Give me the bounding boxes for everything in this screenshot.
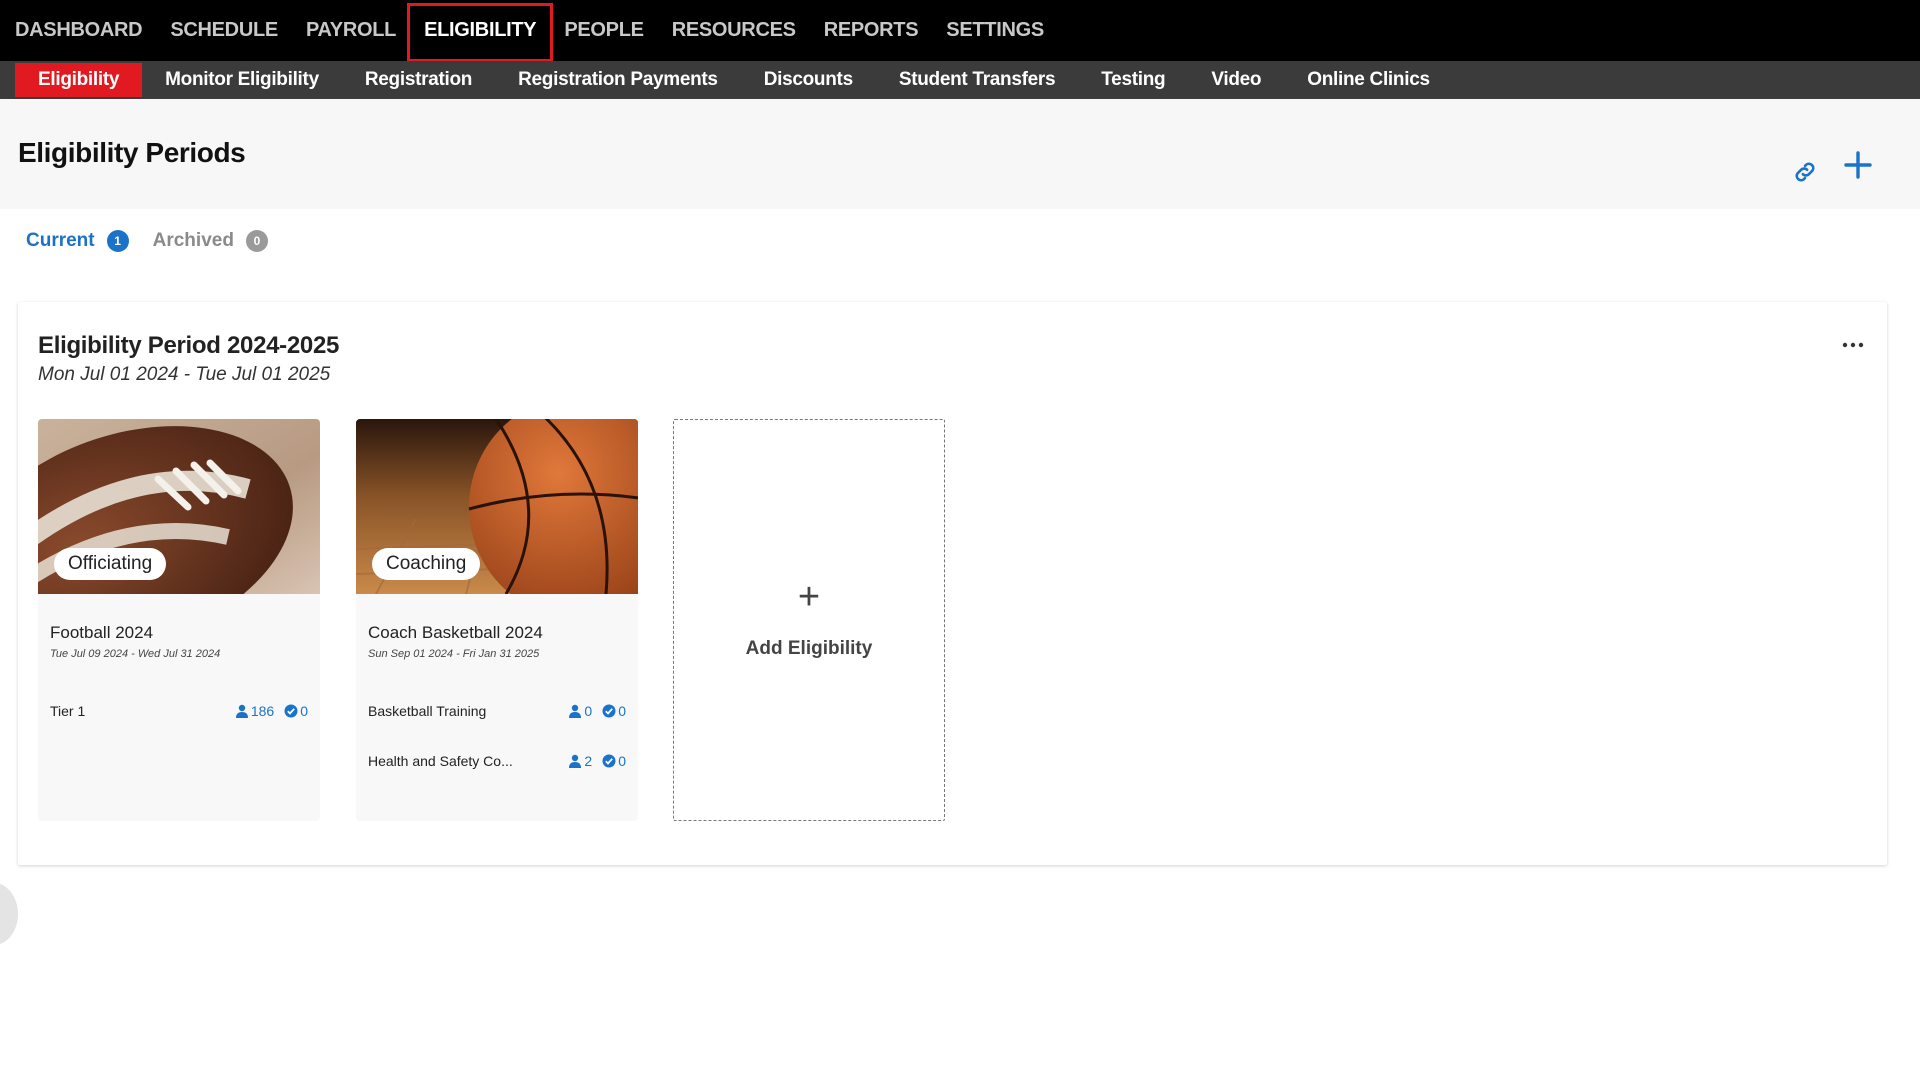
requirement-row[interactable]: Tier 1 186 0 [50,703,308,719]
people-count: 0 [568,703,592,719]
subnav-monitor-eligibility[interactable]: Monitor Eligibility [142,63,342,97]
period-tabs: Current 1 Archived 0 [26,230,292,252]
subnav-registration[interactable]: Registration [342,63,495,97]
person-icon [235,704,248,718]
side-handle[interactable] [0,883,18,945]
verified-count-value: 0 [618,703,626,719]
nav-settings[interactable]: SETTINGS [946,0,1044,61]
people-count-value: 0 [584,703,593,719]
more-options-icon[interactable] [1841,340,1865,350]
sub-navigation: Eligibility Monitor Eligibility Registra… [0,61,1920,99]
tab-archived-label: Archived [152,230,234,251]
link-icon[interactable] [1792,159,1818,185]
people-count: 2 [568,753,592,769]
card-name: Coach Basketball 2024 [368,623,543,642]
subnav-discounts[interactable]: Discounts [741,63,876,97]
add-eligibility-label: Add Eligibility [745,638,873,659]
subnav-registration-payments[interactable]: Registration Payments [495,63,741,97]
nav-payroll[interactable]: PAYROLL [306,0,396,61]
card-name: Football 2024 [50,623,154,642]
add-eligibility-button[interactable]: + Add Eligibility [673,419,945,821]
card-dates: Sun Sep 01 2024 - Fri Jan 31 2025 [368,648,540,660]
period-dates: Mon Jul 01 2024 - Tue Jul 01 2025 [38,364,331,385]
people-count: 186 [235,703,274,719]
requirement-row[interactable]: Health and Safety Co... 2 0 [368,753,626,769]
card-dates: Tue Jul 09 2024 - Wed Jul 31 2024 [50,648,221,660]
card-tag-officiating: Officiating [54,548,167,580]
top-navigation: DASHBOARD SCHEDULE PAYROLL ELIGIBILITY P… [0,0,1920,62]
verified-count: 0 [602,753,626,769]
eligibility-card-basketball[interactable]: Coaching Coach Basketball 2024 Sun Sep 0… [356,419,638,821]
subnav-online-clinics[interactable]: Online Clinics [1284,63,1453,97]
tab-current-count: 1 [106,230,129,252]
nav-dashboard[interactable]: DASHBOARD [15,0,143,61]
football-image: Officiating [38,419,320,594]
basketball-image: Coaching [356,419,638,594]
plus-icon[interactable] [1843,150,1873,180]
verified-count: 0 [602,703,626,719]
eligibility-period-card: Eligibility Period 2024-2025 Mon Jul 01 … [18,302,1887,865]
add-plus-icon: + [797,576,821,618]
nav-resources[interactable]: RESOURCES [672,0,796,61]
person-icon [569,704,582,718]
tab-current-label: Current [26,230,95,251]
nav-schedule[interactable]: SCHEDULE [170,0,278,61]
subnav-student-transfers[interactable]: Student Transfers [876,63,1078,97]
check-badge-icon [602,754,616,768]
tab-archived[interactable]: Archived 0 [153,230,268,252]
page-header: Eligibility Periods [0,99,1920,209]
page-title: Eligibility Periods [18,137,246,168]
people-count-value: 2 [584,753,593,769]
people-count-value: 186 [250,703,275,719]
verified-count-value: 0 [618,753,626,769]
tab-current[interactable]: Current 1 [26,230,129,252]
tab-archived-count: 0 [245,230,268,252]
nav-eligibility[interactable]: ELIGIBILITY [407,0,554,62]
check-badge-icon [284,704,298,718]
verified-count: 0 [284,703,308,719]
check-badge-icon [602,704,616,718]
requirement-row[interactable]: Basketball Training 0 0 [368,703,626,719]
requirement-label: Basketball Training [368,703,487,719]
person-icon [569,754,582,768]
card-tag-coaching: Coaching [372,548,481,580]
eligibility-card-football[interactable]: Officiating Football 2024 Tue Jul 09 202… [38,419,320,821]
nav-reports[interactable]: REPORTS [824,0,919,61]
verified-count-value: 0 [300,703,308,719]
requirement-label: Tier 1 [50,703,86,719]
nav-people[interactable]: PEOPLE [564,0,644,61]
subnav-video[interactable]: Video [1188,63,1284,97]
requirement-label: Health and Safety Co... [368,753,513,769]
subnav-eligibility[interactable]: Eligibility [15,63,143,97]
period-title: Eligibility Period 2024-2025 [38,332,340,359]
subnav-testing[interactable]: Testing [1078,63,1188,97]
